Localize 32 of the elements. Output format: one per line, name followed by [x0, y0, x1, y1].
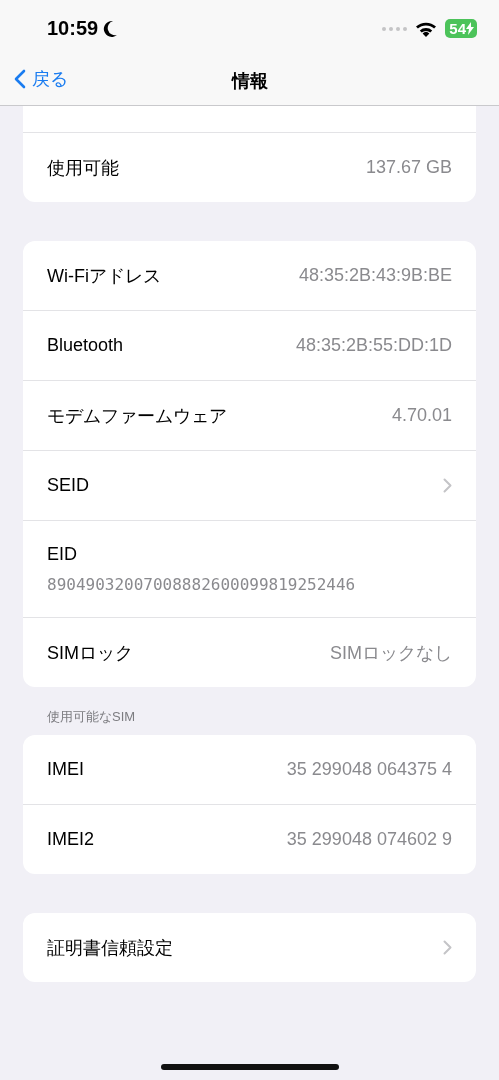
row-label: Bluetooth	[47, 335, 124, 356]
row-label: IMEI	[47, 759, 84, 780]
row-value: 4.70.01	[391, 405, 452, 426]
settings-row[interactable]: SEID	[23, 450, 476, 520]
chevron-left-icon	[14, 69, 26, 89]
row-label: SIMロック	[47, 641, 133, 665]
section-header: 使用可能なSIM	[46, 708, 137, 726]
row-label: SEID	[47, 475, 89, 496]
row-value: 35 299048 064375 4	[286, 759, 452, 780]
row-value: 35 299048 074602 9	[286, 829, 452, 850]
row-label: EID	[47, 544, 77, 565]
wifi-icon	[415, 20, 438, 37]
row-value: 48:35:2B:55:DD:1D	[295, 335, 452, 356]
row-value: 48:35:2B:43:9B:BE	[298, 265, 452, 286]
clock-time: 10:59	[47, 17, 99, 40]
signal-icon	[381, 25, 408, 32]
chevron-right-icon	[443, 478, 452, 493]
settings-row[interactable]: 証明書信頼設定	[23, 913, 476, 982]
row-label: モデムファームウェア	[47, 404, 227, 428]
battery-percent: 54	[449, 20, 466, 37]
row-label: 使用可能	[47, 156, 119, 180]
back-button[interactable]: 戻る	[14, 67, 68, 91]
chevron-right-icon	[443, 940, 452, 955]
row-label: 証明書信頼設定	[47, 936, 173, 960]
home-indicator[interactable]	[160, 1064, 339, 1070]
row-value: SIMロックなし	[330, 641, 452, 665]
row-label: IMEI2	[47, 829, 94, 850]
row-label: Wi-Fiアドレス	[47, 264, 161, 288]
row-value: 89049032007008882600099819252446	[47, 575, 356, 594]
screen-title: 情報	[231, 70, 268, 93]
moon-icon	[102, 19, 119, 38]
row-value: 137.67 GB	[365, 157, 452, 178]
